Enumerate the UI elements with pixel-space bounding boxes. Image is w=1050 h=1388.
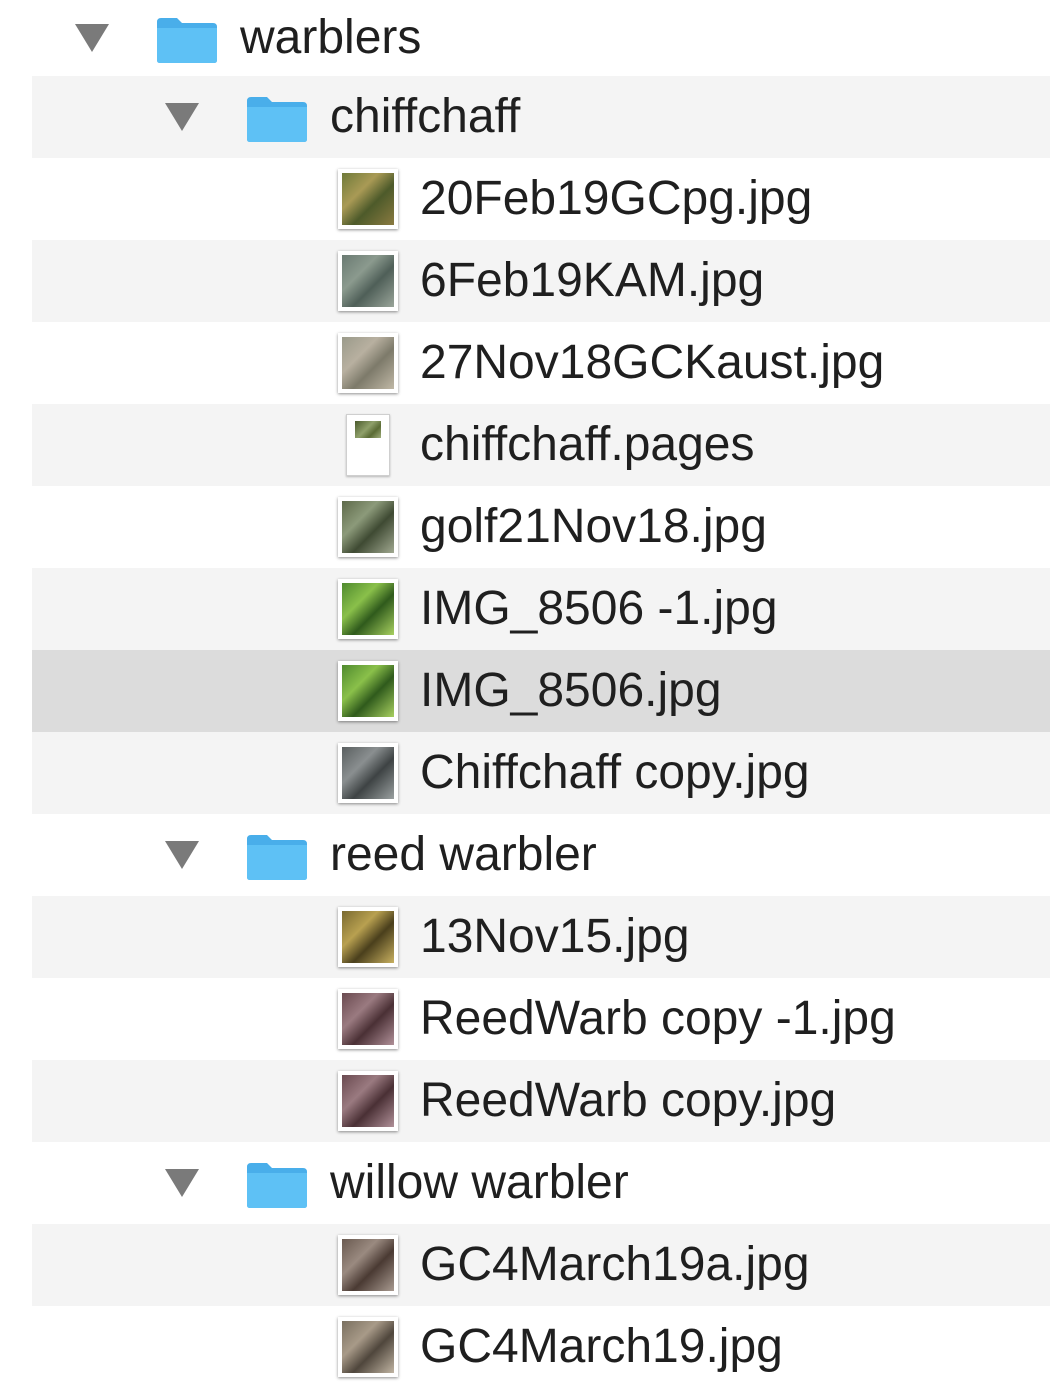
pages-document-icon (346, 414, 390, 476)
image-thumbnail-icon (338, 333, 398, 393)
image-thumbnail-icon (338, 251, 398, 311)
folder-name: chiffchaff (330, 90, 521, 143)
folder-name: reed warbler (330, 828, 597, 881)
image-thumbnail-icon (338, 661, 398, 721)
photo-thumbnail (342, 583, 394, 635)
file-row[interactable]: GC4March19a.jpg (0, 1224, 1050, 1306)
file-row[interactable]: 6Feb19KAM.jpg (0, 240, 1050, 322)
disclosure-triangle-expanded-icon[interactable] (165, 1169, 199, 1197)
image-thumbnail-icon (338, 907, 398, 967)
image-thumbnail-icon (338, 579, 398, 639)
image-thumbnail-icon (338, 1071, 398, 1131)
file-row[interactable]: 13Nov15.jpg (0, 896, 1050, 978)
file-name: ReedWarb copy.jpg (420, 1074, 837, 1127)
folder-icon (245, 831, 309, 881)
file-name: GC4March19.jpg (420, 1320, 783, 1373)
file-row[interactable]: ReedWarb copy.jpg (0, 1060, 1050, 1142)
file-row[interactable]: IMG_8506 -1.jpg (0, 568, 1050, 650)
document-preview-thumbnail (355, 421, 381, 438)
photo-thumbnail (342, 1239, 394, 1291)
file-row[interactable]: GC4March19.jpg (0, 1306, 1050, 1388)
image-thumbnail-icon (338, 989, 398, 1049)
photo-thumbnail (342, 173, 394, 225)
photo-thumbnail (342, 993, 394, 1045)
photo-thumbnail (342, 255, 394, 307)
folder-row[interactable]: chiffchaff (0, 76, 1050, 158)
photo-thumbnail (342, 747, 394, 799)
image-thumbnail-icon (338, 1235, 398, 1295)
file-name: 6Feb19KAM.jpg (420, 254, 765, 307)
photo-thumbnail (342, 1321, 394, 1373)
folder-icon (155, 14, 219, 64)
folder-name: willow warbler (330, 1156, 629, 1209)
disclosure-triangle-expanded-icon[interactable] (165, 841, 199, 869)
folder-row[interactable]: willow warbler (0, 1142, 1050, 1224)
file-name: ReedWarb copy -1.jpg (420, 992, 896, 1045)
folder-row[interactable]: reed warbler (0, 814, 1050, 896)
photo-thumbnail (342, 1075, 394, 1127)
photo-thumbnail (342, 501, 394, 553)
file-row[interactable]: IMG_8506.jpg (0, 650, 1050, 732)
file-name: 13Nov15.jpg (420, 910, 690, 963)
file-tree: warblers chiffchaff 20Feb19GCpg.jpg 6Feb19K… (0, 0, 1050, 1388)
image-thumbnail-icon (338, 497, 398, 557)
file-row[interactable]: Chiffchaff copy.jpg (0, 732, 1050, 814)
folder-icon (245, 1159, 309, 1209)
file-row[interactable]: chiffchaff.pages (0, 404, 1050, 486)
folder-icon (245, 93, 309, 143)
image-thumbnail-icon (338, 169, 398, 229)
file-row[interactable]: golf21Nov18.jpg (0, 486, 1050, 568)
file-name: 20Feb19GCpg.jpg (420, 172, 813, 225)
file-name: 27Nov18GCKaust.jpg (420, 336, 885, 389)
image-thumbnail-icon (338, 743, 398, 803)
photo-thumbnail (342, 337, 394, 389)
file-name: GC4March19a.jpg (420, 1238, 810, 1291)
image-thumbnail-icon (338, 1317, 398, 1377)
file-name: Chiffchaff copy.jpg (420, 746, 810, 799)
photo-thumbnail (342, 665, 394, 717)
file-row[interactable]: 20Feb19GCpg.jpg (0, 158, 1050, 240)
disclosure-triangle-expanded-icon[interactable] (75, 24, 109, 52)
disclosure-triangle-expanded-icon[interactable] (165, 103, 199, 131)
folder-row[interactable]: warblers (0, 0, 1050, 76)
file-row[interactable]: ReedWarb copy -1.jpg (0, 978, 1050, 1060)
file-row[interactable]: 27Nov18GCKaust.jpg (0, 322, 1050, 404)
photo-thumbnail (342, 911, 394, 963)
folder-name: warblers (240, 11, 422, 64)
file-name: IMG_8506.jpg (420, 664, 722, 717)
file-name: chiffchaff.pages (420, 418, 755, 471)
file-name: IMG_8506 -1.jpg (420, 582, 778, 635)
file-name: golf21Nov18.jpg (420, 500, 767, 553)
